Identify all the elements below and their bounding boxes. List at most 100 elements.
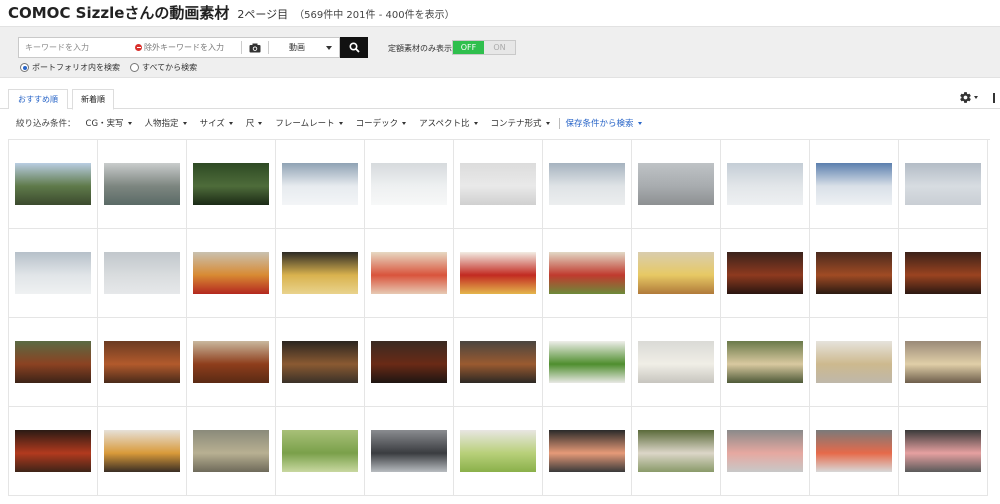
video-thumbnail[interactable] bbox=[15, 341, 91, 383]
thumbnail-cell[interactable] bbox=[454, 318, 543, 407]
filter-cg[interactable]: CG・実写 bbox=[86, 117, 132, 129]
video-thumbnail[interactable] bbox=[638, 430, 714, 472]
thumbnail-cell[interactable] bbox=[276, 140, 365, 229]
video-thumbnail[interactable] bbox=[371, 252, 447, 294]
video-thumbnail[interactable] bbox=[282, 252, 358, 294]
thumbnail-cell[interactable] bbox=[810, 229, 899, 318]
thumbnail-cell[interactable] bbox=[810, 318, 899, 407]
thumbnail-cell[interactable] bbox=[899, 318, 988, 407]
video-thumbnail[interactable] bbox=[905, 252, 981, 294]
thumbnail-cell[interactable] bbox=[543, 229, 632, 318]
thumbnail-cell[interactable] bbox=[365, 140, 454, 229]
video-thumbnail[interactable] bbox=[282, 163, 358, 205]
video-thumbnail[interactable] bbox=[104, 252, 180, 294]
thumbnail-cell[interactable] bbox=[276, 318, 365, 407]
thumbnail-cell[interactable] bbox=[721, 229, 810, 318]
thumbnail-cell[interactable] bbox=[9, 407, 98, 496]
tab-newest[interactable]: 新着順 bbox=[72, 89, 114, 110]
video-thumbnail[interactable] bbox=[15, 430, 91, 472]
thumbnail-cell[interactable] bbox=[276, 229, 365, 318]
video-thumbnail[interactable] bbox=[727, 341, 803, 383]
filter-codec[interactable]: コーデック bbox=[356, 117, 407, 129]
thumbnail-cell[interactable] bbox=[365, 318, 454, 407]
search-button[interactable] bbox=[340, 37, 368, 58]
video-thumbnail[interactable] bbox=[15, 163, 91, 205]
video-thumbnail[interactable] bbox=[104, 341, 180, 383]
thumbnail-cell[interactable] bbox=[721, 318, 810, 407]
keyword-input[interactable] bbox=[19, 38, 135, 57]
thumbnail-cell[interactable] bbox=[810, 407, 899, 496]
filter-size[interactable]: サイズ bbox=[200, 117, 233, 129]
video-thumbnail[interactable] bbox=[460, 163, 536, 205]
video-thumbnail[interactable] bbox=[905, 341, 981, 383]
camera-icon[interactable] bbox=[242, 38, 268, 57]
thumbnail-cell[interactable] bbox=[632, 229, 721, 318]
thumbnail-cell[interactable] bbox=[454, 229, 543, 318]
video-thumbnail[interactable] bbox=[371, 341, 447, 383]
saved-conditions-link[interactable]: 保存条件から検索 bbox=[566, 117, 642, 129]
video-thumbnail[interactable] bbox=[816, 341, 892, 383]
thumbnail-cell[interactable] bbox=[899, 140, 988, 229]
thumbnail-cell[interactable] bbox=[543, 318, 632, 407]
thumbnail-cell[interactable] bbox=[543, 140, 632, 229]
toggle-on[interactable]: ON bbox=[484, 41, 515, 54]
video-thumbnail[interactable] bbox=[549, 430, 625, 472]
video-thumbnail[interactable] bbox=[727, 252, 803, 294]
thumbnail-cell[interactable] bbox=[9, 229, 98, 318]
video-thumbnail[interactable] bbox=[193, 430, 269, 472]
thumbnail-cell[interactable] bbox=[276, 407, 365, 496]
thumbnail-cell[interactable] bbox=[632, 140, 721, 229]
thumbnail-cell[interactable] bbox=[454, 140, 543, 229]
thumbnail-cell[interactable] bbox=[9, 140, 98, 229]
media-type-select[interactable]: 動画 bbox=[269, 38, 339, 57]
video-thumbnail[interactable] bbox=[282, 341, 358, 383]
video-thumbnail[interactable] bbox=[371, 163, 447, 205]
thumbnail-cell[interactable] bbox=[187, 407, 276, 496]
thumbnail-cell[interactable] bbox=[810, 140, 899, 229]
video-thumbnail[interactable] bbox=[816, 430, 892, 472]
thumbnail-cell[interactable] bbox=[632, 318, 721, 407]
thumbnail-cell[interactable] bbox=[721, 140, 810, 229]
video-thumbnail[interactable] bbox=[104, 430, 180, 472]
video-thumbnail[interactable] bbox=[816, 252, 892, 294]
thumbnail-cell[interactable] bbox=[365, 229, 454, 318]
video-thumbnail[interactable] bbox=[638, 252, 714, 294]
video-thumbnail[interactable] bbox=[104, 163, 180, 205]
thumbnail-cell[interactable] bbox=[187, 229, 276, 318]
radio-portfolio[interactable] bbox=[20, 63, 29, 72]
list-view-icon[interactable] bbox=[993, 93, 1000, 103]
thumbnail-cell[interactable] bbox=[899, 229, 988, 318]
thumbnail-cell[interactable] bbox=[365, 407, 454, 496]
thumbnail-cell[interactable] bbox=[98, 318, 187, 407]
video-thumbnail[interactable] bbox=[371, 430, 447, 472]
video-thumbnail[interactable] bbox=[549, 341, 625, 383]
video-thumbnail[interactable] bbox=[549, 163, 625, 205]
radio-portfolio-label[interactable]: ポートフォリオ内を検索 bbox=[32, 62, 120, 73]
fixed-price-toggle[interactable]: OFF ON bbox=[452, 40, 516, 55]
thumbnail-cell[interactable] bbox=[98, 407, 187, 496]
thumbnail-cell[interactable] bbox=[98, 140, 187, 229]
radio-all[interactable] bbox=[130, 63, 139, 72]
thumbnail-cell[interactable] bbox=[9, 318, 98, 407]
filter-aspect[interactable]: アスペクト比 bbox=[419, 117, 478, 129]
video-thumbnail[interactable] bbox=[549, 252, 625, 294]
settings-menu[interactable] bbox=[959, 91, 978, 104]
toggle-off[interactable]: OFF bbox=[453, 41, 484, 54]
video-thumbnail[interactable] bbox=[460, 252, 536, 294]
exclude-keyword-input[interactable] bbox=[144, 38, 239, 57]
video-thumbnail[interactable] bbox=[460, 430, 536, 472]
thumbnail-cell[interactable] bbox=[187, 140, 276, 229]
thumbnail-cell[interactable] bbox=[454, 407, 543, 496]
thumbnail-cell[interactable] bbox=[721, 407, 810, 496]
video-thumbnail[interactable] bbox=[15, 252, 91, 294]
video-thumbnail[interactable] bbox=[638, 341, 714, 383]
thumbnail-cell[interactable] bbox=[187, 318, 276, 407]
video-thumbnail[interactable] bbox=[282, 430, 358, 472]
video-thumbnail[interactable] bbox=[905, 163, 981, 205]
video-thumbnail[interactable] bbox=[193, 163, 269, 205]
video-thumbnail[interactable] bbox=[816, 163, 892, 205]
filter-person[interactable]: 人物指定 bbox=[145, 117, 187, 129]
filter-duration[interactable]: 尺 bbox=[246, 117, 263, 129]
radio-all-label[interactable]: すべてから検索 bbox=[142, 62, 197, 73]
filter-container[interactable]: コンテナ形式 bbox=[491, 117, 550, 129]
